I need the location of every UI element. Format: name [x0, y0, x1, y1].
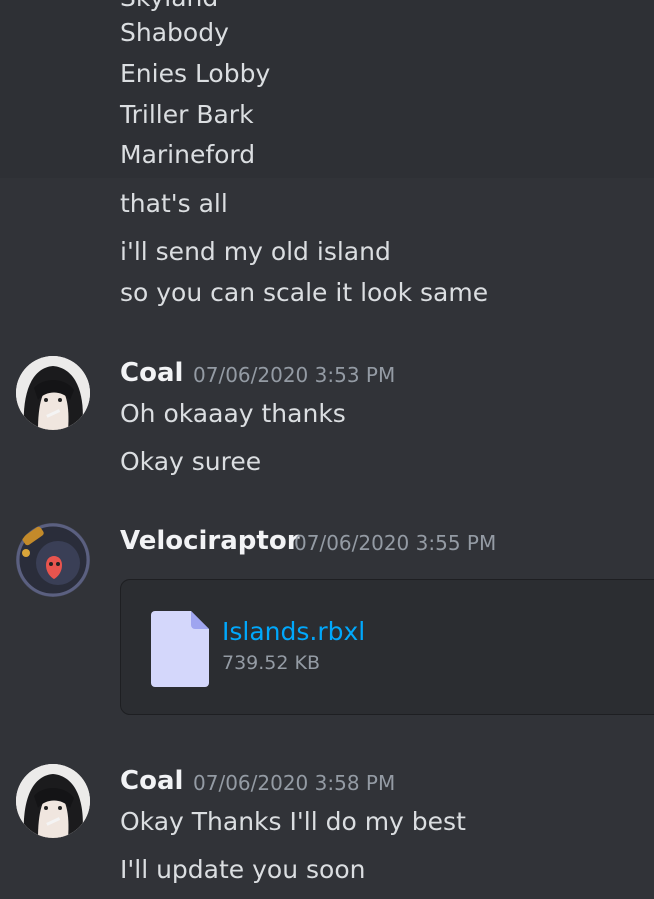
- file-attachment: Islands.rbxl 739.52 KB: [120, 579, 654, 715]
- message-timestamp: 07/06/2020 3:55 PM: [294, 531, 497, 555]
- coal-avatar-image: [16, 356, 90, 430]
- coal-avatar[interactable]: [16, 764, 90, 838]
- highlighted-message-block: [0, 0, 654, 178]
- velociraptor-avatar-image: [16, 523, 90, 597]
- message-timestamp: 07/06/2020 3:53 PM: [193, 363, 396, 387]
- message-timestamp: 07/06/2020 3:58 PM: [193, 771, 396, 795]
- message-line: I'll update you soon: [120, 855, 366, 884]
- message-line: Okay Thanks I'll do my best: [120, 807, 466, 836]
- message-line: so you can scale it look same: [120, 278, 489, 307]
- message-line: that's all: [120, 189, 228, 218]
- attachment-filesize: 739.52 KB: [222, 652, 321, 674]
- message-line: Shabody: [120, 18, 229, 47]
- coal-avatar-image: [16, 764, 90, 838]
- message-line: Oh okaaay thanks: [120, 399, 346, 428]
- author-name[interactable]: Velociraptor: [120, 526, 300, 556]
- message-line: Marineford: [120, 140, 256, 169]
- message-line: i'll send my old island: [120, 237, 391, 266]
- file-icon: [151, 611, 209, 687]
- message-line: Enies Lobby: [120, 59, 271, 88]
- author-name[interactable]: Coal: [120, 358, 183, 388]
- coal-avatar[interactable]: [16, 356, 90, 430]
- message-line: Triller Bark: [120, 100, 254, 129]
- attachment-filename-link[interactable]: Islands.rbxl: [222, 617, 365, 647]
- message-line: Okay suree: [120, 447, 262, 476]
- clipped-message-line: Skyland: [120, 0, 218, 13]
- velociraptor-avatar[interactable]: [16, 523, 90, 597]
- author-name[interactable]: Coal: [120, 766, 183, 796]
